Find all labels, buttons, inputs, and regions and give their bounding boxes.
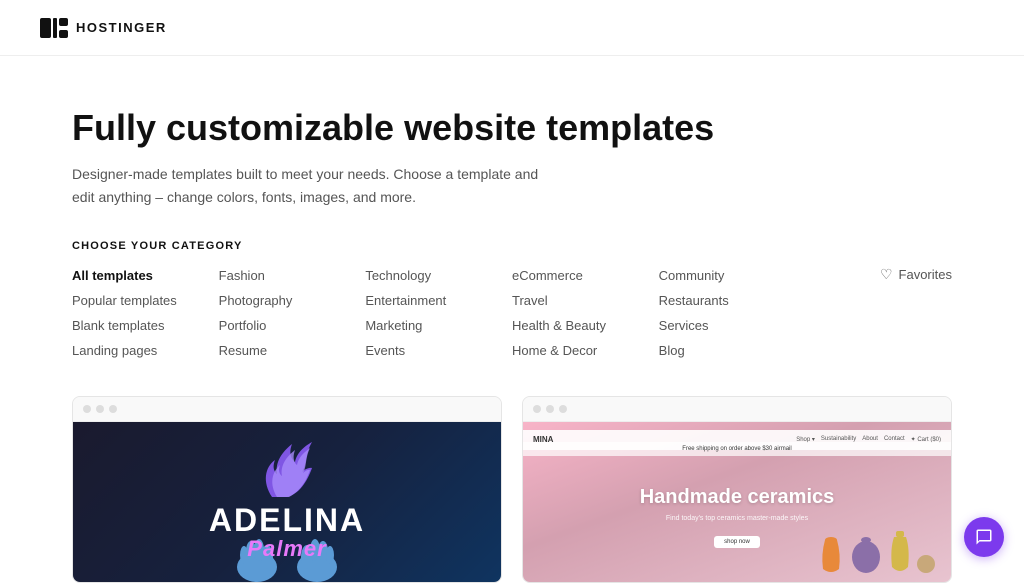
cat-all-templates[interactable]: All templates [72,266,219,285]
cat-health-beauty[interactable]: Health & Beauty [512,316,659,335]
heart-icon: ♡ [880,266,893,283]
dot-4 [533,405,541,413]
category-col-5: Community Restaurants Services Blog [659,266,806,360]
card2-title: Handmade ceramics [640,485,835,509]
chat-bubble-button[interactable] [964,517,1004,557]
card1-text: ADELINA Palmer [209,504,365,562]
page-title: Fully customizable website templates [72,106,952,149]
category-col-1: All templates Popular templates Blank te… [72,266,219,360]
cat-restaurants[interactable]: Restaurants [659,291,806,310]
cat-resume[interactable]: Resume [219,341,366,360]
card-dots-2 [523,397,951,422]
cat-portfolio[interactable]: Portfolio [219,316,366,335]
header: HOSTINGER [0,0,1024,56]
chat-icon [975,528,993,546]
main-content: Fully customizable website templates Des… [32,56,992,583]
card1-name: ADELINA [209,504,365,536]
cat-technology[interactable]: Technology [365,266,512,285]
cat-ecommerce[interactable]: eCommerce [512,266,659,285]
category-col-favorites: ♡ Favorites [805,266,952,360]
favorites-label: Favorites [899,267,952,282]
cat-fashion[interactable]: Fashion [219,266,366,285]
card1-subname: Palmer [209,536,365,562]
category-col-3: Technology Entertainment Marketing Event… [365,266,512,360]
category-section-label: CHOOSE YOUR CATEGORY [72,240,952,252]
dot-6 [559,405,567,413]
flames-icon [247,432,327,502]
template-card-adelina[interactable]: ADELINA Palmer [72,396,502,583]
cat-blog[interactable]: Blog [659,341,806,360]
cat-events[interactable]: Events [365,341,512,360]
ceramic-vase-3 [888,529,912,574]
cat-community[interactable]: Community [659,266,806,285]
logo[interactable]: HOSTINGER [40,18,167,38]
cat-blank-templates[interactable]: Blank templates [72,316,219,335]
cat-home-decor[interactable]: Home & Decor [512,341,659,360]
template-card-ceramics[interactable]: MINA Shop ▾ Sustainability About Contact… [522,396,952,583]
dot-2 [96,405,104,413]
favorites-button[interactable]: ♡ Favorites [880,266,952,283]
cat-photography[interactable]: Photography [219,291,366,310]
card2-subtitle: Find today's top ceramics master-made st… [640,515,835,522]
dot-3 [109,405,117,413]
cat-marketing[interactable]: Marketing [365,316,512,335]
hostinger-logo-icon [40,18,68,38]
ceramic-ball [916,554,936,574]
card-preview-ceramics: MINA Shop ▾ Sustainability About Contact… [523,422,951,582]
card2-cta-button[interactable]: shop now [714,536,760,548]
category-col-2: Fashion Photography Portfolio Resume [219,266,366,360]
card2-objects [817,529,936,574]
page-subtitle: Designer-made templates built to meet yo… [72,163,552,208]
cat-popular-templates[interactable]: Popular templates [72,291,219,310]
cat-travel[interactable]: Travel [512,291,659,310]
categories-grid: All templates Popular templates Blank te… [72,266,952,360]
ceramic-vase-2 [849,532,884,574]
dot-1 [83,405,91,413]
card-dots-1 [73,397,501,422]
logo-text: HOSTINGER [76,20,167,35]
cat-entertainment[interactable]: Entertainment [365,291,512,310]
category-col-4: eCommerce Travel Health & Beauty Home & … [512,266,659,360]
card-preview-adelina: ADELINA Palmer [73,422,501,582]
dot-5 [546,405,554,413]
card2-shipping-bar: Free shipping on order above $30 airmail [523,442,951,456]
cat-landing-pages[interactable]: Landing pages [72,341,219,360]
ceramic-vase-1 [817,534,845,574]
cat-services[interactable]: Services [659,316,806,335]
template-cards-row: ADELINA Palmer MINA Shop ▾ Sustainabilit… [72,396,952,583]
